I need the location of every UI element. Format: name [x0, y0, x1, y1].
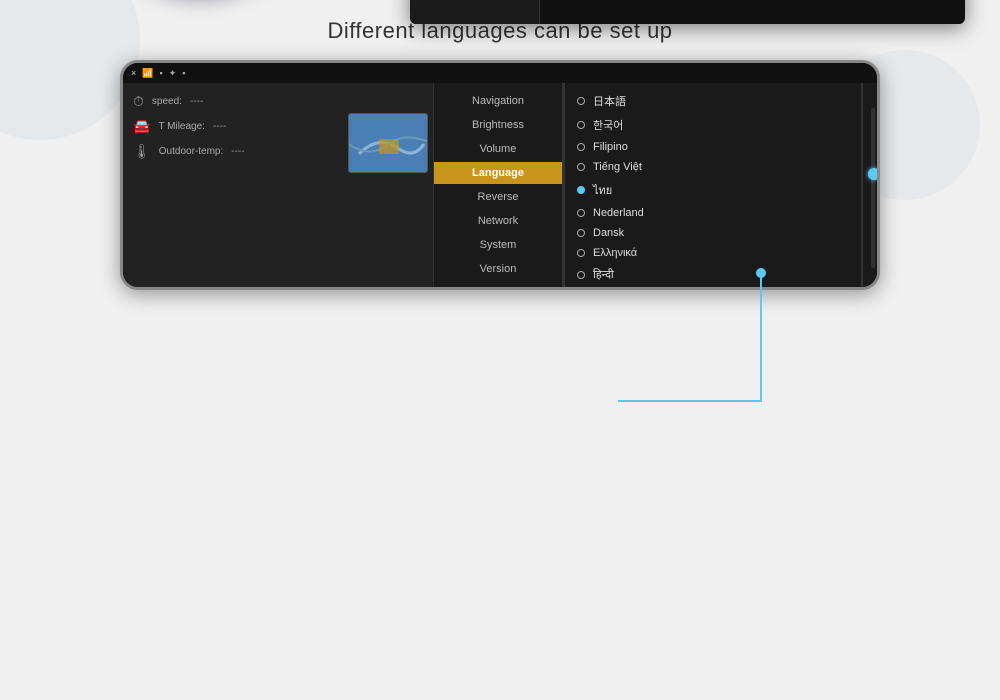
- popup-language-list: 简体中文 繁體中文 English Español Deutsch Русски…: [540, 0, 965, 24]
- lang-vietnamese[interactable]: Tiếng Việt: [573, 157, 867, 177]
- lang-radio-dutch: [577, 209, 585, 217]
- lang-dutch[interactable]: Nederland: [573, 203, 867, 223]
- menu-navigation[interactable]: Navigation: [434, 90, 562, 112]
- lang-label-vietnamese: Tiếng Việt: [593, 161, 642, 173]
- temp-value: ----: [231, 146, 244, 157]
- menu-system[interactable]: System: [434, 234, 562, 256]
- lang-danish[interactable]: Dansk: [573, 223, 867, 243]
- menu-version[interactable]: Version: [434, 258, 562, 280]
- speed-icon: ⏱: [133, 93, 144, 110]
- divider-left: [563, 83, 565, 287]
- speed-row: ⏱ speed: ----: [133, 93, 423, 110]
- mileage-icon: 🚘: [133, 118, 150, 135]
- speed-value: ----: [190, 96, 203, 107]
- wifi-icon: 📶: [142, 68, 153, 79]
- status-rect2: ▪: [182, 68, 185, 78]
- menu-reverse[interactable]: Reverse: [434, 186, 562, 208]
- lang-filipino[interactable]: Filipino: [573, 137, 867, 157]
- map-thumbnail: Brow...: [348, 113, 428, 173]
- temp-label: Outdoor-temp:: [159, 146, 223, 157]
- lang-japanese[interactable]: 日本語: [573, 89, 867, 113]
- popup-menu: Navigation Brightness Volume Language Re…: [410, 0, 540, 24]
- lang-greek[interactable]: Ελληνικά: [573, 243, 867, 263]
- lang-thai[interactable]: ไทย: [573, 177, 867, 203]
- divider-right: [861, 83, 863, 287]
- lang-radio-vietnamese: [577, 163, 585, 171]
- lang-radio-hindi: [577, 271, 585, 279]
- lang-label-hindi: हिन्दी: [593, 267, 614, 282]
- globe-area: ★★★: [60, 0, 340, 14]
- connector-dot: [756, 268, 766, 278]
- temp-icon: 🌡: [133, 143, 151, 160]
- status-rect1: ▪: [159, 68, 162, 78]
- lang-radio-greek: [577, 249, 585, 257]
- connector-horizontal: [618, 400, 762, 402]
- menu-volume[interactable]: Volume: [434, 138, 562, 160]
- lang-hindi[interactable]: हिन्दी: [573, 263, 867, 286]
- lang-label-japanese: 日本語: [593, 93, 626, 109]
- menu-network[interactable]: Network: [434, 210, 562, 232]
- lang-label-thai: ไทย: [593, 181, 612, 199]
- lang-label-dutch: Nederland: [593, 207, 644, 219]
- menu-brightness[interactable]: Brightness: [434, 114, 562, 136]
- scroll-track: [871, 108, 875, 268]
- lang-korean[interactable]: 한국어: [573, 113, 867, 137]
- lang-label-filipino: Filipino: [593, 141, 628, 153]
- scroll-thumb[interactable]: [868, 168, 877, 180]
- lang-radio-thai: [577, 186, 585, 194]
- lang-label-greek: Ελληνικά: [593, 247, 637, 259]
- mileage-label: T Mileage:: [158, 121, 205, 132]
- close-icon: ×: [131, 68, 136, 78]
- device-menu: Navigation Brightness Volume Language Re…: [433, 83, 563, 287]
- bluetooth-icon: ✦: [169, 68, 177, 79]
- speed-label: speed:: [152, 96, 182, 107]
- top-device: × 📶 ▪ ✦ ▪ ⏱ speed: ---- 🚘 T Mileage: ---…: [120, 60, 880, 290]
- mileage-value: ----: [213, 121, 226, 132]
- menu-language[interactable]: Language: [434, 162, 562, 184]
- lang-label-danish: Dansk: [593, 227, 624, 239]
- lang-radio-danish: [577, 229, 585, 237]
- device-left-panel: ⏱ speed: ---- 🚘 T Mileage: ---- 🌡 Outdoo…: [123, 83, 433, 287]
- bottom-popup: Navigation Brightness Volume Language Re…: [410, 0, 965, 24]
- lang-radio-filipino: [577, 143, 585, 151]
- lang-radio-korean: [577, 121, 585, 129]
- status-bar: × 📶 ▪ ✦ ▪: [123, 63, 877, 83]
- connector-vertical: [760, 277, 762, 402]
- device-language-list: 日本語 한국어 Filipino Tiếng Việt ไทย: [563, 83, 877, 287]
- lang-label-korean: 한국어: [593, 117, 623, 133]
- lang-radio-japanese: [577, 97, 585, 105]
